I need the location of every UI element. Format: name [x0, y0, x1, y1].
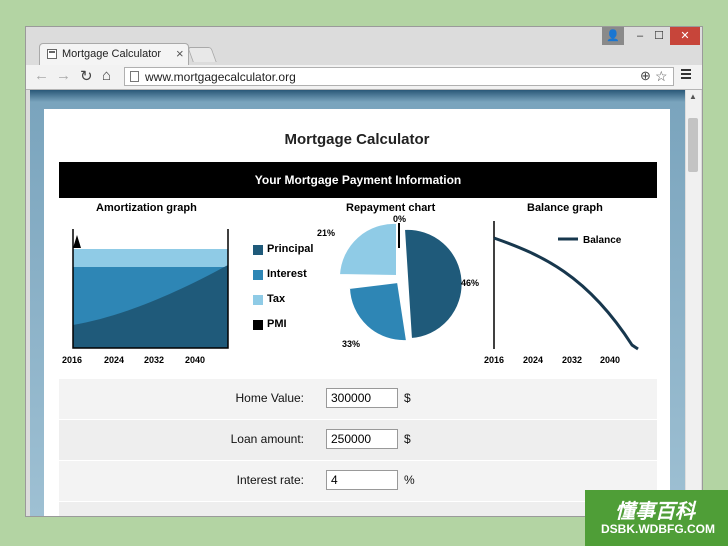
calculator-icon [47, 49, 57, 59]
menu-icon[interactable] [681, 69, 691, 81]
legend-interest-label: Interest [267, 268, 307, 280]
tax-swatch [253, 295, 263, 305]
pie-label-0: 0% [393, 214, 406, 224]
pie-label-21: 21% [317, 228, 335, 238]
pie-slice-46 [402, 227, 464, 341]
form-row-home-value: Home Value: $ [59, 379, 657, 419]
balance-tick-2024: 2024 [523, 355, 543, 365]
balance-tick-2016: 2016 [484, 355, 504, 365]
reload-icon[interactable]: ↻ [80, 67, 93, 85]
vertical-scrollbar[interactable]: ▲ [685, 90, 701, 516]
balance-tick-2032: 2032 [562, 355, 582, 365]
page-viewport: Mortgage Calculator Your Mortgage Paymen… [30, 90, 686, 516]
balance-legend-label: Balance [583, 235, 622, 246]
interest-rate-unit: % [404, 473, 415, 487]
tax-area [73, 249, 228, 267]
pie-label-46: 46% [461, 278, 479, 288]
interest-rate-input[interactable] [326, 470, 398, 490]
amortization-title: Amortization graph [96, 202, 197, 214]
amortization-tick-2032: 2032 [144, 355, 164, 365]
page-title: Mortgage Calculator [284, 131, 430, 148]
balance-tick-2040: 2040 [600, 355, 620, 365]
tab-close-icon[interactable]: × [176, 46, 184, 61]
title-bar: Mortgage Calculator × 👤 – ☐ ✕ [26, 27, 702, 67]
watermark-cn: 懂事百科 [615, 501, 695, 523]
pmi-marker [73, 235, 81, 248]
amortization-tick-2040: 2040 [185, 355, 205, 365]
url-text[interactable]: www.mortgagecalculator.org [145, 70, 296, 84]
pie-slice-21 [337, 221, 398, 278]
balance-chart: Balance 2016 2024 2032 2040 [484, 221, 639, 365]
zoom-icon[interactable]: ⊕ [640, 68, 651, 84]
close-window-button[interactable]: ✕ [670, 27, 700, 45]
pie-slice-33 [347, 280, 409, 343]
pmi-swatch [253, 320, 263, 330]
home-value-input[interactable] [326, 388, 398, 408]
browser-tab[interactable]: Mortgage Calculator × [39, 43, 189, 65]
home-value-unit: $ [404, 391, 411, 405]
loan-amount-unit: $ [404, 432, 411, 446]
home-icon[interactable]: ⌂ [102, 67, 111, 84]
loan-amount-label: Loan amount: [230, 432, 304, 446]
form-row-loan-amount: Loan amount: $ [59, 420, 657, 460]
pie-label-33: 33% [342, 339, 360, 349]
home-value-label: Home Value: [235, 391, 304, 405]
maximize-button[interactable]: ☐ [648, 27, 670, 45]
back-arrow-icon[interactable]: ← [34, 67, 49, 84]
page-icon [130, 71, 139, 82]
bookmark-star-icon[interactable]: ☆ [655, 68, 668, 85]
forward-arrow-icon[interactable]: → [56, 67, 71, 84]
legend-pmi-label: PMI [267, 318, 287, 330]
browser-window: Mortgage Calculator × 👤 – ☐ ✕ ← → ↻ ⌂ ww… [25, 26, 703, 517]
address-bar[interactable]: www.mortgagecalculator.org ⊕ ☆ [124, 67, 674, 86]
legend-tax-label: Tax [267, 293, 286, 305]
scroll-thumb[interactable] [688, 118, 698, 172]
info-banner: Your Mortgage Payment Information [59, 162, 657, 198]
interest-rate-label: Interest rate: [236, 473, 304, 487]
loan-amount-input[interactable] [326, 429, 398, 449]
watermark-en: DSBK.WDBFG.COM [601, 522, 715, 536]
calculator-page: Mortgage Calculator Your Mortgage Paymen… [44, 109, 670, 516]
form-row-interest-rate: Interest rate: % [59, 461, 657, 501]
repayment-chart: 0% 21% 46% 33% [317, 214, 479, 349]
watermark: 懂事百科 DSBK.WDBFG.COM [585, 490, 728, 546]
amortization-tick-2024: 2024 [104, 355, 124, 365]
new-tab-button[interactable] [187, 47, 217, 62]
tab-title: Mortgage Calculator [62, 48, 162, 60]
balance-title: Balance graph [527, 202, 603, 214]
form-row-next [59, 502, 657, 516]
banner-text: Your Mortgage Payment Information [254, 173, 462, 187]
interest-swatch [253, 270, 263, 280]
amortization-chart: 2016 2024 2032 2040 [62, 229, 229, 365]
balance-line [493, 236, 639, 351]
principal-swatch [253, 245, 263, 255]
user-icon[interactable]: 👤 [602, 27, 624, 45]
scroll-up-arrow-icon[interactable]: ▲ [689, 92, 697, 101]
amortization-tick-2016: 2016 [62, 355, 82, 365]
browser-toolbar: ← → ↻ ⌂ www.mortgagecalculator.org ⊕ ☆ [26, 65, 702, 90]
legend-principal-label: Principal [267, 243, 314, 255]
